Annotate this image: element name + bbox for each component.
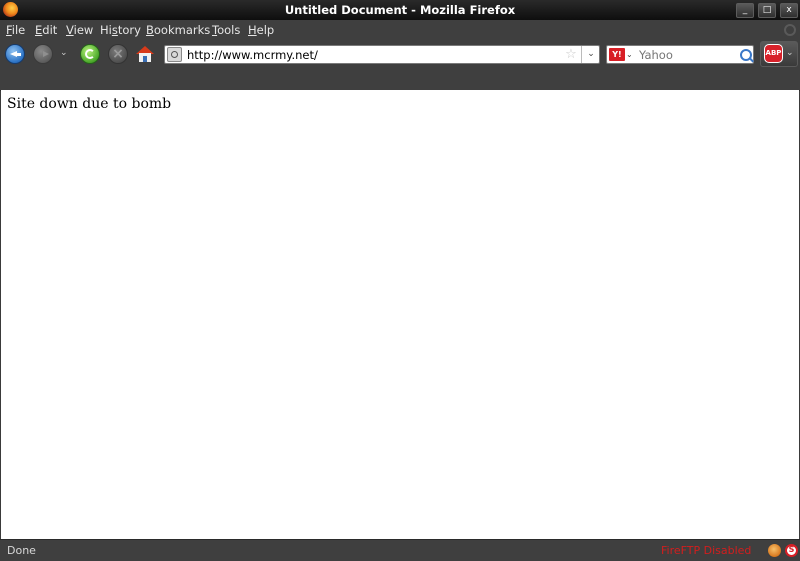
home-icon[interactable] <box>136 46 154 62</box>
menu-help-label: elp <box>256 23 275 37</box>
minimize-button[interactable]: _ <box>736 3 754 18</box>
menu-file[interactable]: File <box>6 20 25 40</box>
menu-help-accel: H <box>248 23 257 37</box>
menu-tools-label: ools <box>217 23 241 37</box>
menu-tools[interactable]: Tools <box>212 20 240 40</box>
noscript-icon[interactable] <box>785 544 798 557</box>
search-bar[interactable]: Y! ⌄ <box>606 45 754 64</box>
menu-view-accel: V <box>66 23 74 37</box>
engine-dropdown-icon[interactable]: ⌄ <box>626 46 636 63</box>
bookmarks-toolbar <box>0 68 800 91</box>
menu-history[interactable]: History <box>100 20 141 40</box>
site-identity-icon[interactable] <box>167 47 182 62</box>
menu-help[interactable]: Help <box>248 20 274 40</box>
search-input[interactable] <box>639 46 735 63</box>
page-message: Site down due to bomb <box>7 96 172 112</box>
page-content: Site down due to bomb <box>1 90 799 539</box>
search-icon[interactable] <box>740 49 752 61</box>
forward-icon[interactable] <box>33 44 53 64</box>
maximize-button[interactable]: □ <box>758 3 776 18</box>
home-icon-door <box>143 56 147 62</box>
menu-edit[interactable]: Edit <box>35 20 57 40</box>
close-button[interactable]: x <box>780 3 798 18</box>
status-bar: Done FireFTP Disabled <box>0 539 800 561</box>
bookmark-star-icon[interactable]: ☆ <box>564 46 578 63</box>
menu-history-label: tory <box>117 23 141 37</box>
reload-icon[interactable] <box>80 44 100 64</box>
menu-bookmarks-label: ookmarks <box>153 23 211 37</box>
menu-bookmarks[interactable]: Bookmarks <box>146 20 210 40</box>
menu-bar: File Edit View History Bookmarks Tools H… <box>0 20 800 40</box>
menu-file-label: ile <box>11 23 26 37</box>
back-icon[interactable] <box>5 44 25 64</box>
menu-view-label: iew <box>73 23 94 37</box>
adblock-plus-button[interactable]: ABP ⌄ <box>760 41 798 67</box>
stop-icon[interactable] <box>108 44 128 64</box>
url-bar[interactable]: ☆ ⌄ <box>164 45 600 64</box>
yahoo-engine-icon[interactable]: Y! <box>609 48 625 61</box>
url-input[interactable] <box>187 46 557 63</box>
menu-history-pre: Hi <box>100 23 112 37</box>
menu-bookmarks-accel: B <box>146 23 154 37</box>
adblock-plus-icon: ABP <box>764 44 783 63</box>
window-title: Untitled Document - Mozilla Firefox <box>284 3 516 17</box>
status-text: Done <box>7 544 36 557</box>
url-dropdown-icon[interactable]: ⌄ <box>581 46 600 63</box>
browser-window: Untitled Document - Mozilla Firefox _ □ … <box>0 0 800 561</box>
adblock-dropdown-icon[interactable]: ⌄ <box>786 48 794 58</box>
fireftp-status[interactable]: FireFTP Disabled <box>661 540 751 561</box>
menu-edit-label: dit <box>42 23 58 37</box>
history-dropdown-icon[interactable]: ⌄ <box>60 48 68 58</box>
activity-throbber-icon <box>784 24 796 36</box>
menu-view[interactable]: View <box>66 20 93 40</box>
firebug-icon[interactable] <box>768 544 781 557</box>
title-bar[interactable]: Untitled Document - Mozilla Firefox _ □ … <box>0 0 800 20</box>
